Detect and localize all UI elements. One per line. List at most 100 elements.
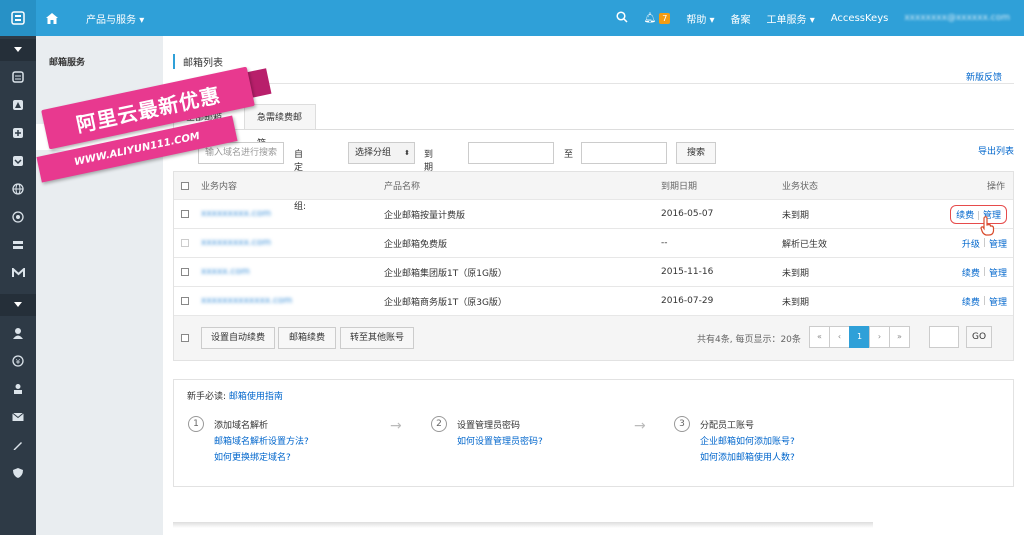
- export-list-link[interactable]: 导出列表: [978, 144, 1014, 157]
- user-account-menu[interactable]: xxxxxxxx@xxxxxx.com: [904, 13, 1010, 23]
- domain-search-input[interactable]: 输入域名进行搜索: [198, 142, 284, 164]
- top-navbar: 产品与服务 ▾ 🔔︎ 7 帮助 ▾ 备案 工单服务 ▾ AccessKeys xx…: [0, 0, 1024, 36]
- group-select[interactable]: 选择分组 ⬍: [348, 142, 415, 164]
- row-domain[interactable]: xxxxxxxxx.com: [201, 229, 271, 257]
- notifications[interactable]: 🔔︎ 7: [643, 12, 671, 24]
- ecs-icon[interactable]: [0, 66, 36, 88]
- step-title: 设置管理员密码: [457, 421, 521, 431]
- auto-renew-button[interactable]: 设置自动续费: [201, 327, 275, 349]
- tab-underline: [173, 129, 1014, 130]
- arrow-right-icon: →: [390, 418, 402, 434]
- date-from-input[interactable]: [468, 142, 554, 164]
- pencil-icon[interactable]: [0, 434, 36, 456]
- row-checkbox[interactable]: [181, 268, 189, 276]
- shield-icon[interactable]: [0, 462, 36, 484]
- search-button[interactable]: 搜索: [676, 142, 716, 164]
- hand-cursor-icon: [980, 216, 996, 239]
- step-link[interactable]: 如何添加邮箱使用人数?: [700, 450, 795, 463]
- select-arrows-icon: ⬍: [404, 149, 410, 157]
- footer-select-all-checkbox[interactable]: [181, 334, 189, 342]
- last-page-button[interactable]: »: [889, 326, 910, 348]
- first-page-button[interactable]: «: [809, 326, 830, 348]
- envelope-icon[interactable]: [0, 406, 36, 428]
- tab-all-mailboxes[interactable]: 全部邮箱: [173, 104, 245, 130]
- subnav-title: 邮箱服务: [49, 58, 86, 68]
- user-icon[interactable]: [0, 322, 36, 344]
- mailbox-table: 业务内容 产品名称 到期日期 业务状态 操作 xxxxxxxxx.com 企业邮…: [173, 171, 1014, 361]
- col-header-status: 业务状态: [782, 182, 819, 192]
- beian-link[interactable]: 备案: [731, 11, 751, 26]
- row-domain[interactable]: xxxxxxxxx.com: [201, 200, 271, 228]
- row-product: 企业邮箱按量计费版: [384, 210, 466, 221]
- manage-link[interactable]: 管理: [989, 266, 1007, 279]
- row-checkbox[interactable]: [181, 239, 189, 247]
- step-link[interactable]: 如何更换绑定域名?: [214, 450, 291, 463]
- ticket-label: 工单服务: [766, 14, 807, 26]
- page-bottom-shadow: [173, 522, 873, 528]
- ticket-menu[interactable]: 工单服务 ▾: [767, 11, 815, 26]
- go-button[interactable]: GO: [966, 326, 992, 348]
- step-number: 1: [188, 416, 204, 432]
- oss-icon[interactable]: [0, 150, 36, 172]
- accesskeys-link[interactable]: AccessKeys: [831, 13, 889, 24]
- products-menu[interactable]: 产品与服务 ▾: [86, 11, 144, 26]
- table-header: 业务内容 产品名称 到期日期 业务状态 操作: [174, 172, 1013, 200]
- rds-icon[interactable]: [0, 94, 36, 116]
- step-number: 3: [674, 416, 690, 432]
- step-link[interactable]: 企业邮箱如何添加账号?: [700, 434, 795, 447]
- chevron-down-icon: ▾: [709, 14, 715, 26]
- slb-icon[interactable]: [0, 122, 36, 144]
- select-all-checkbox[interactable]: [181, 181, 189, 190]
- feedback-link[interactable]: 新版反馈: [966, 70, 1002, 83]
- renew-link[interactable]: 续费: [962, 266, 980, 279]
- cdn-icon[interactable]: [0, 206, 36, 228]
- globe-icon[interactable]: [0, 178, 36, 200]
- upgrade-link[interactable]: 升级: [962, 237, 980, 250]
- guide-title-label: 新手必读:: [187, 392, 227, 402]
- step-title: 分配员工账号: [700, 421, 755, 431]
- console-logo-icon[interactable]: [0, 0, 36, 36]
- subnav-item-mailbox-list[interactable]: 邮箱列表: [36, 124, 163, 150]
- separator: |: [982, 296, 986, 306]
- icon-sidebar: ¥: [0, 36, 36, 535]
- row-domain[interactable]: xxxxxxxxxxxxx.com: [201, 287, 292, 315]
- yen-icon[interactable]: ¥: [0, 350, 36, 372]
- step-link[interactable]: 邮箱域名解析设置方法?: [214, 434, 309, 447]
- help-menu[interactable]: 帮助 ▾: [686, 11, 714, 26]
- row-expiry: 2016-05-07: [661, 209, 714, 219]
- page-number-input[interactable]: [929, 326, 959, 348]
- row-expiry: --: [661, 238, 668, 248]
- search-icon[interactable]: [615, 10, 628, 26]
- collapse-caret-icon[interactable]: [0, 294, 36, 316]
- users-group-icon[interactable]: [0, 378, 36, 400]
- row-checkbox[interactable]: [181, 210, 189, 218]
- transfer-account-button[interactable]: 转至其他账号: [340, 327, 414, 349]
- pagination-summary: 共有4条, 每页显示：20条: [697, 334, 801, 345]
- manage-link[interactable]: 管理: [989, 295, 1007, 308]
- date-to-input[interactable]: [581, 142, 667, 164]
- svg-text:¥: ¥: [16, 358, 21, 366]
- database-icon[interactable]: [0, 234, 36, 256]
- row-domain[interactable]: xxxxx.com: [201, 258, 250, 286]
- step-link[interactable]: 如何设置管理员密码?: [457, 434, 543, 447]
- row-expiry: 2015-11-16: [661, 267, 714, 277]
- home-icon[interactable]: [44, 10, 60, 26]
- mail-m-icon[interactable]: [0, 262, 36, 284]
- collapse-caret-icon[interactable]: [0, 39, 36, 61]
- pagination: « ‹ 1 › »: [809, 326, 910, 348]
- renew-link[interactable]: 续费: [956, 211, 974, 221]
- next-page-button[interactable]: ›: [869, 326, 890, 348]
- bell-icon: 🔔︎: [643, 12, 657, 24]
- separator: |: [982, 238, 986, 248]
- col-header-expiry: 到期日期: [661, 182, 698, 192]
- page-1-button[interactable]: 1: [849, 326, 870, 348]
- row-status: 解析已生效: [782, 239, 828, 250]
- row-status: 未到期: [782, 297, 810, 308]
- prev-page-button[interactable]: ‹: [829, 326, 850, 348]
- guide-link[interactable]: 邮箱使用指南: [229, 392, 283, 402]
- renew-link[interactable]: 续费: [962, 295, 980, 308]
- mailbox-renew-button[interactable]: 邮箱续费: [278, 327, 336, 349]
- help-label: 帮助: [686, 14, 707, 26]
- tab-urgent-renewal[interactable]: 急需续费邮箱: [244, 104, 316, 149]
- row-checkbox[interactable]: [181, 297, 189, 305]
